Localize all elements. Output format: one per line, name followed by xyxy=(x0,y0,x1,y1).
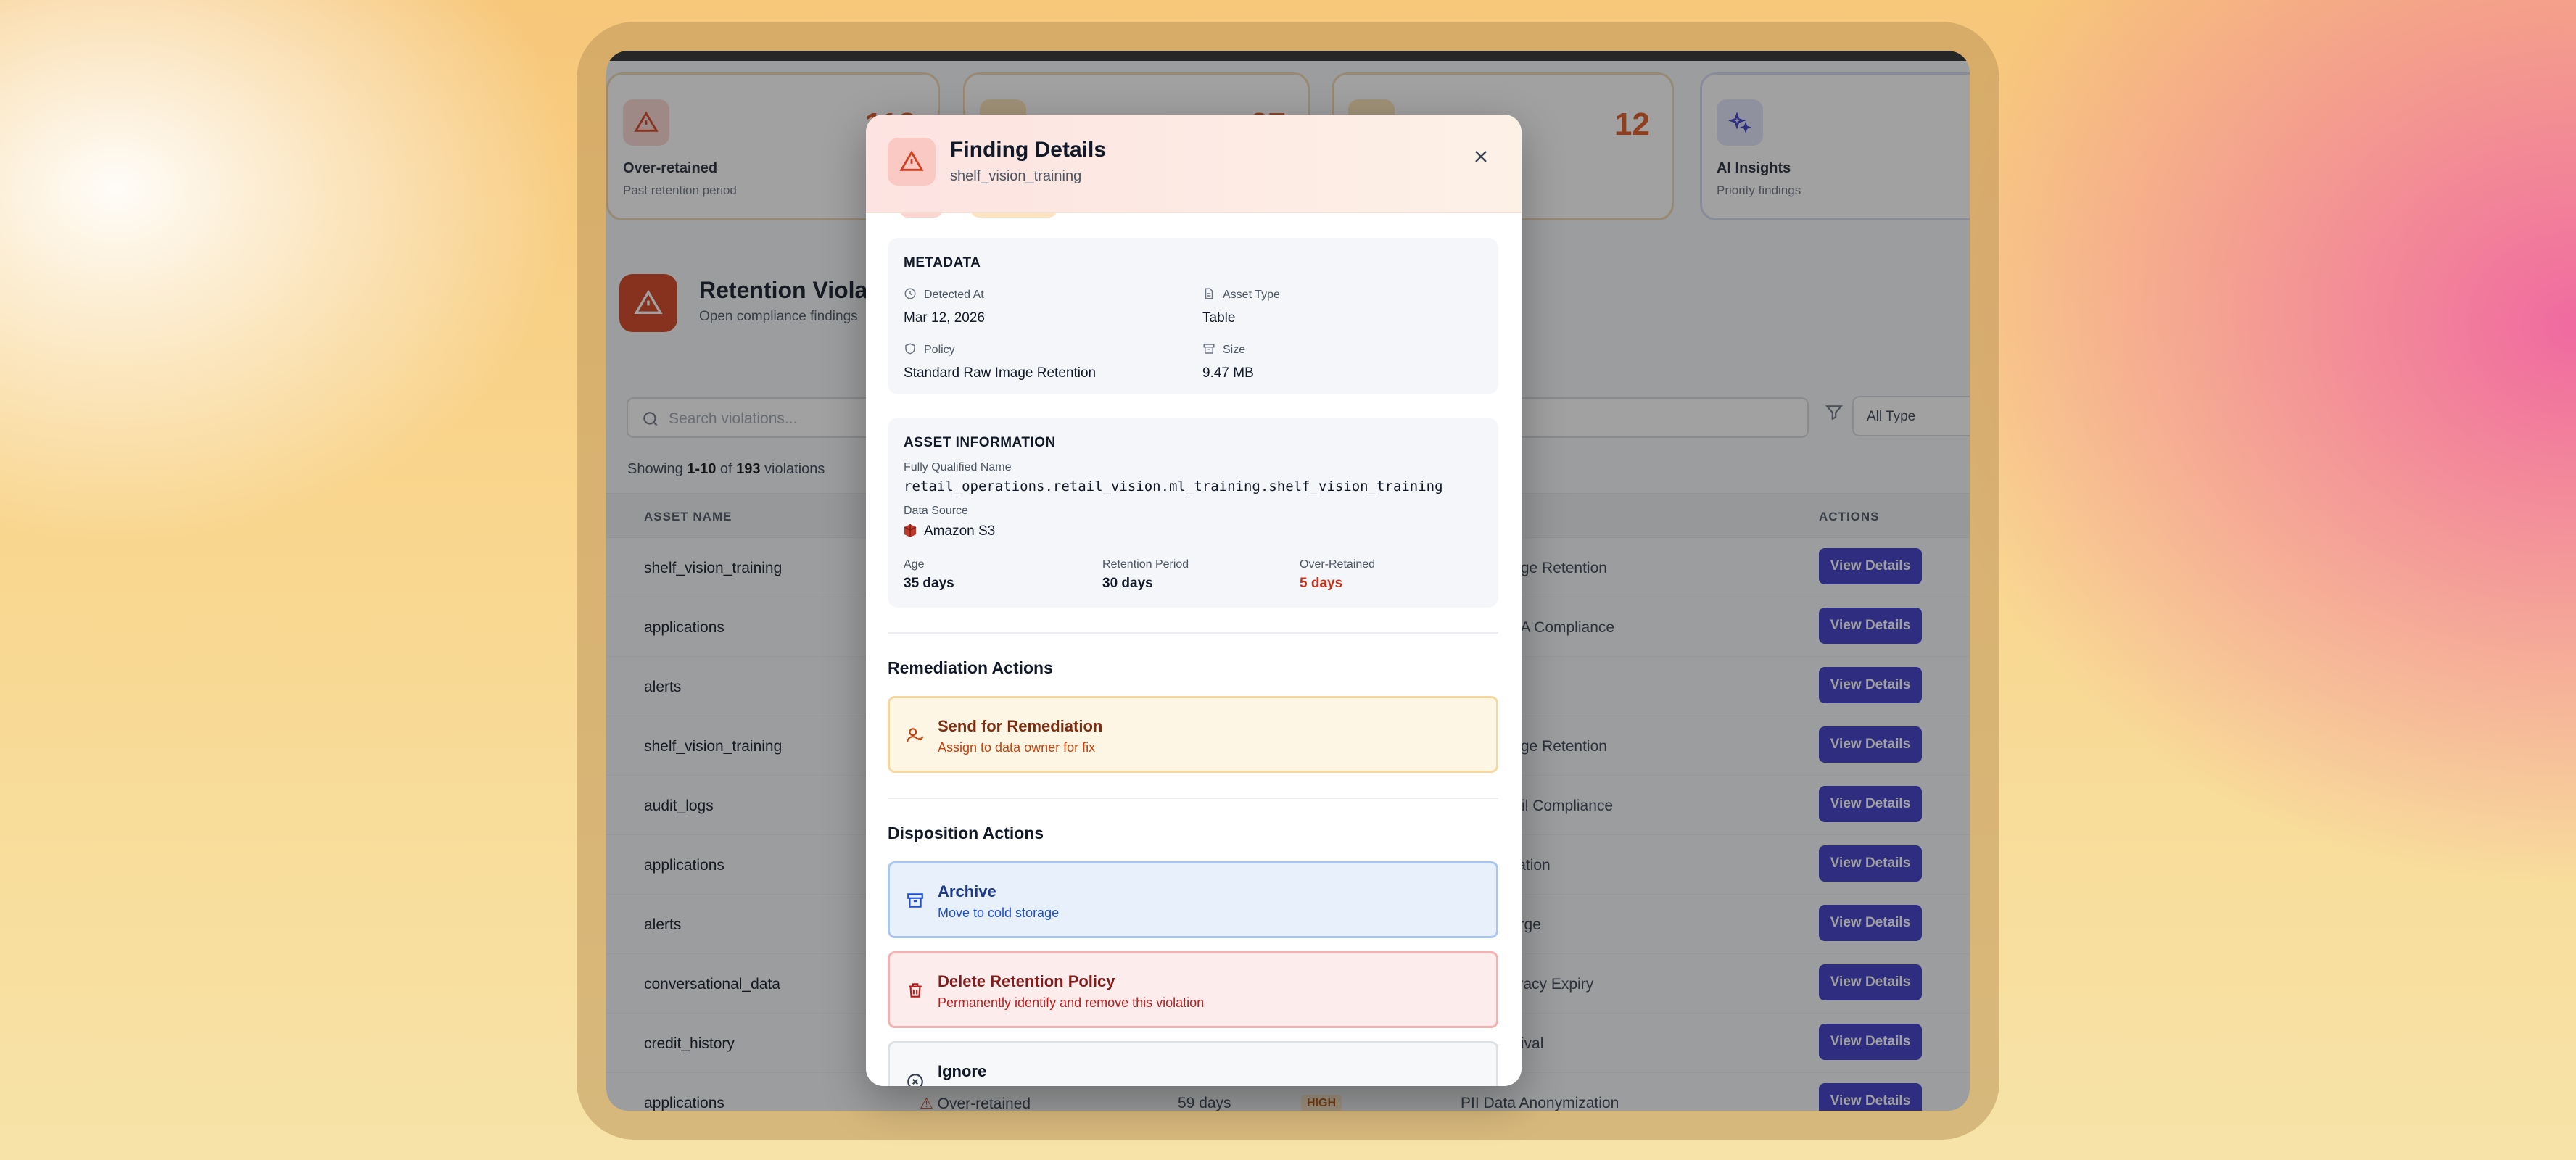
over-retained-value: 5 days xyxy=(1300,576,1343,591)
ignore-title: Ignore xyxy=(938,1062,987,1080)
detected-at-label: Detected At xyxy=(924,289,984,301)
age-value: 35 days xyxy=(904,576,954,591)
storage-icon xyxy=(1202,342,1215,359)
size-value: 9.47 MB xyxy=(1202,365,1254,381)
send-subtitle: Assign to data owner for fix xyxy=(938,740,1096,755)
archive-title: Archive xyxy=(938,882,996,900)
modal-subtitle: shelf_vision_training xyxy=(950,168,1082,184)
divider xyxy=(888,632,1498,634)
clock-icon xyxy=(904,287,917,304)
over-retained-label: Over-Retained xyxy=(1300,558,1376,571)
archive-icon xyxy=(906,891,925,914)
data-source-label: Data Source xyxy=(904,505,968,517)
disposition-heading: Disposition Actions xyxy=(888,824,1044,842)
warning-icon xyxy=(888,138,936,186)
asset-information-box: ASSET INFORMATION Fully Qualified Name r… xyxy=(888,418,1498,608)
asset-type-label: Asset Type xyxy=(1223,289,1280,301)
delete-subtitle: Permanently identify and remove this vio… xyxy=(938,995,1205,1010)
send-title: Send for Remediation xyxy=(938,717,1103,735)
delete-retention-policy-button[interactable]: Delete Retention Policy Permanently iden… xyxy=(888,951,1498,1028)
divider xyxy=(888,798,1498,799)
modal-body[interactable]: METADATA Detected At Mar 12, 2026 Asset … xyxy=(866,213,1522,1086)
file-icon xyxy=(1202,287,1215,304)
size-label: Size xyxy=(1223,344,1246,356)
finding-details-modal: Finding Details shelf_vision_training ME… xyxy=(866,115,1522,1086)
policy-label: Policy xyxy=(924,344,955,356)
delete-title: Delete Retention Policy xyxy=(938,972,1115,990)
send-for-remediation-button[interactable]: Send for Remediation Assign to data owne… xyxy=(888,696,1498,773)
user-check-icon xyxy=(906,726,925,748)
modal-title: Finding Details xyxy=(950,138,1107,162)
policy-value: Standard Raw Image Retention xyxy=(904,365,1097,381)
badge-row xyxy=(895,213,1112,218)
metadata-box: METADATA Detected At Mar 12, 2026 Asset … xyxy=(888,238,1498,394)
asset-type-value: Table xyxy=(1202,310,1236,326)
x-circle-icon xyxy=(906,1072,925,1086)
remediation-heading: Remediation Actions xyxy=(888,658,1053,677)
asset-info-heading: ASSET INFORMATION xyxy=(904,435,1056,450)
archive-subtitle: Move to cold storage xyxy=(938,906,1060,920)
modal-header: Finding Details shelf_vision_training xyxy=(866,115,1522,213)
retention-period-value: 30 days xyxy=(1102,576,1153,591)
trash-icon xyxy=(906,981,925,1003)
metadata-heading: METADATA xyxy=(904,255,981,270)
archive-button[interactable]: Archive Move to cold storage xyxy=(888,861,1498,938)
ignore-button[interactable]: Ignore xyxy=(888,1041,1498,1086)
fqn-value: retail_operations.retail_vision.ml_train… xyxy=(904,478,1443,494)
data-source-value: Amazon S3 xyxy=(924,523,996,539)
detected-at-value: Mar 12, 2026 xyxy=(904,310,985,326)
age-label: Age xyxy=(904,558,925,571)
shield-icon xyxy=(904,342,917,359)
retention-period-label: Retention Period xyxy=(1102,558,1189,571)
close-icon[interactable] xyxy=(1471,146,1491,170)
fqn-label: Fully Qualified Name xyxy=(904,461,1012,473)
amazon-s3-icon xyxy=(904,523,917,542)
